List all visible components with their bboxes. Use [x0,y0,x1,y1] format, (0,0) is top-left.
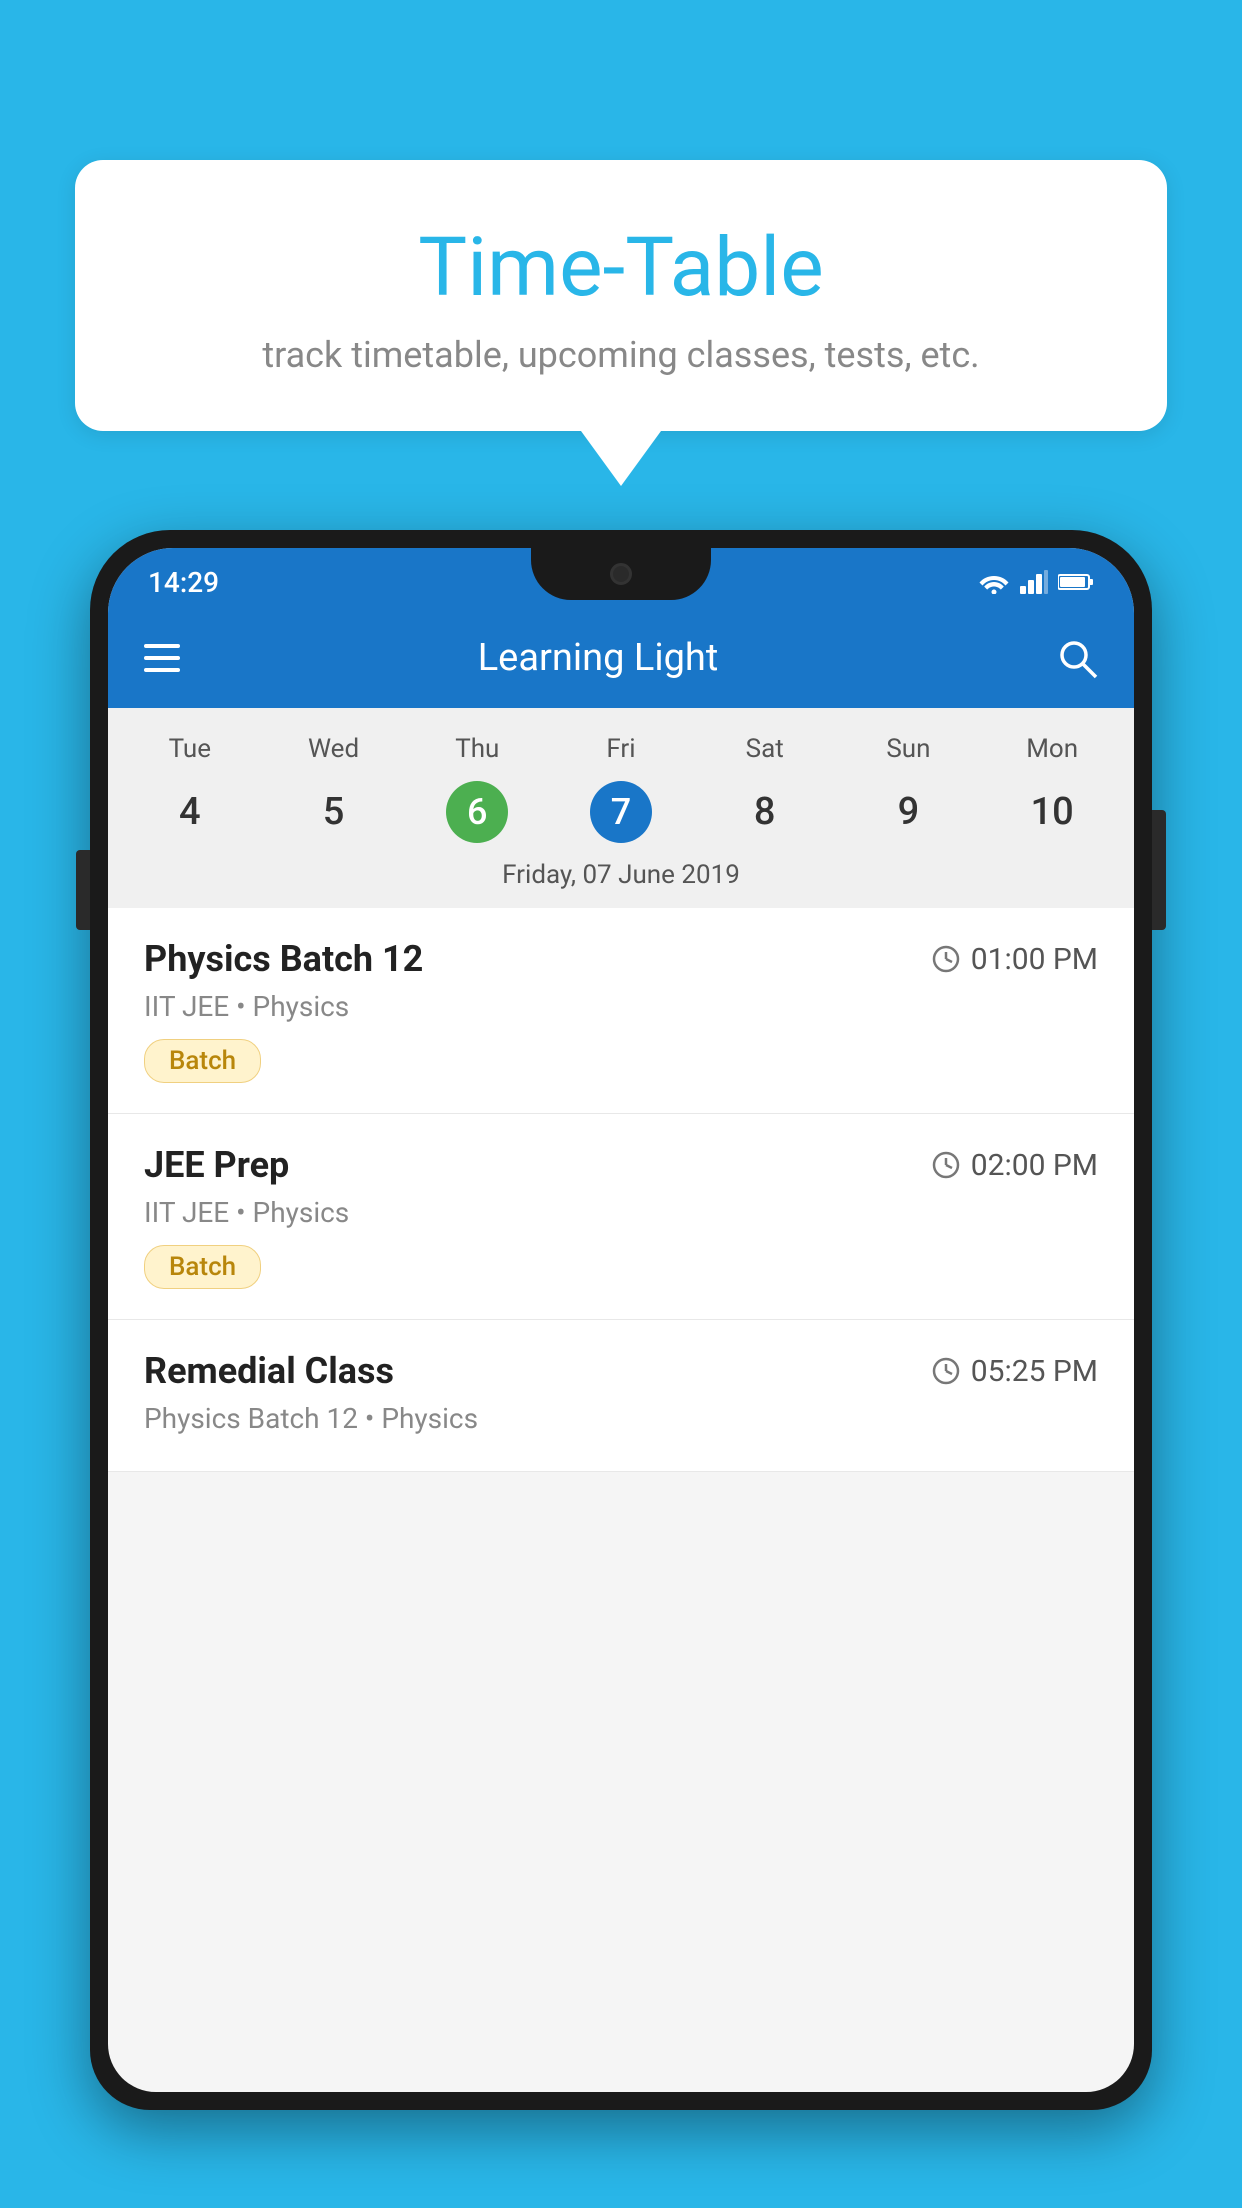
day-header-thu: Thu [405,726,549,772]
day-9[interactable]: 9 [837,778,981,846]
wifi-icon [978,570,1010,594]
phone-notch [531,548,711,600]
calendar-strip: Tue Wed Thu Fri Sat Sun Mon 4 5 6 7 8 9 … [108,708,1134,908]
camera-dot [610,563,632,585]
schedule-item-1-time: 01:00 PM [931,942,1098,977]
day-8[interactable]: 8 [693,778,837,846]
speech-bubble-section: Time-Table track timetable, upcoming cla… [75,160,1167,486]
phone-mockup: 14:29 [90,530,1152,2208]
schedule-list: Physics Batch 12 01:00 PM IIT JEE • Phys… [108,908,1134,1472]
signal-icon [1020,570,1048,594]
day-7-selected[interactable]: 7 [590,781,652,843]
phone-frame: 14:29 [90,530,1152,2110]
schedule-item-3-title: Remedial Class [144,1350,394,1392]
battery-icon [1058,572,1094,592]
day-header-sat: Sat [693,726,837,772]
day-numbers: 4 5 6 7 8 9 10 [108,778,1134,846]
day-header-sun: Sun [837,726,981,772]
schedule-item-3[interactable]: Remedial Class 05:25 PM Physics Batch 12… [108,1320,1134,1472]
clock-icon-1 [931,944,961,974]
clock-icon-3 [931,1356,961,1386]
search-icon[interactable] [1056,637,1098,679]
schedule-item-1-title: Physics Batch 12 [144,938,423,980]
schedule-item-3-header: Remedial Class 05:25 PM [144,1350,1098,1392]
day-header-tue: Tue [118,726,262,772]
schedule-item-1-header: Physics Batch 12 01:00 PM [144,938,1098,980]
bubble-title: Time-Table [135,220,1107,316]
day-4[interactable]: 4 [118,778,262,846]
schedule-item-2-header: JEE Prep 02:00 PM [144,1144,1098,1186]
day-6-today[interactable]: 6 [446,781,508,843]
schedule-item-2-time: 02:00 PM [931,1148,1098,1183]
schedule-item-2-meta: IIT JEE • Physics [144,1196,1098,1229]
selected-date-label: Friday, 07 June 2019 [108,846,1134,908]
schedule-item-3-meta: Physics Batch 12 • Physics [144,1402,1098,1435]
schedule-item-3-time: 05:25 PM [931,1354,1098,1389]
bubble-arrow [581,431,661,486]
schedule-item-2[interactable]: JEE Prep 02:00 PM IIT JEE • Physics Batc… [108,1114,1134,1320]
status-icons [978,570,1094,594]
schedule-item-1-meta: IIT JEE • Physics [144,990,1098,1023]
speech-bubble-card: Time-Table track timetable, upcoming cla… [75,160,1167,431]
phone-screen: 14:29 [108,548,1134,2092]
app-bar: Learning Light [108,608,1134,708]
bubble-subtitle: track timetable, upcoming classes, tests… [135,334,1107,376]
status-time: 14:29 [148,566,219,599]
batch-badge-1: Batch [144,1039,261,1083]
hamburger-menu-button[interactable] [144,644,180,672]
batch-badge-2: Batch [144,1245,261,1289]
day-10[interactable]: 10 [980,778,1124,846]
app-title: Learning Light [210,636,986,680]
day-header-wed: Wed [262,726,406,772]
day-5[interactable]: 5 [262,778,406,846]
clock-icon-2 [931,1150,961,1180]
day-header-fri: Fri [549,726,693,772]
schedule-item-1[interactable]: Physics Batch 12 01:00 PM IIT JEE • Phys… [108,908,1134,1114]
schedule-item-2-title: JEE Prep [144,1144,289,1186]
day-header-mon: Mon [980,726,1124,772]
day-headers: Tue Wed Thu Fri Sat Sun Mon [108,726,1134,772]
